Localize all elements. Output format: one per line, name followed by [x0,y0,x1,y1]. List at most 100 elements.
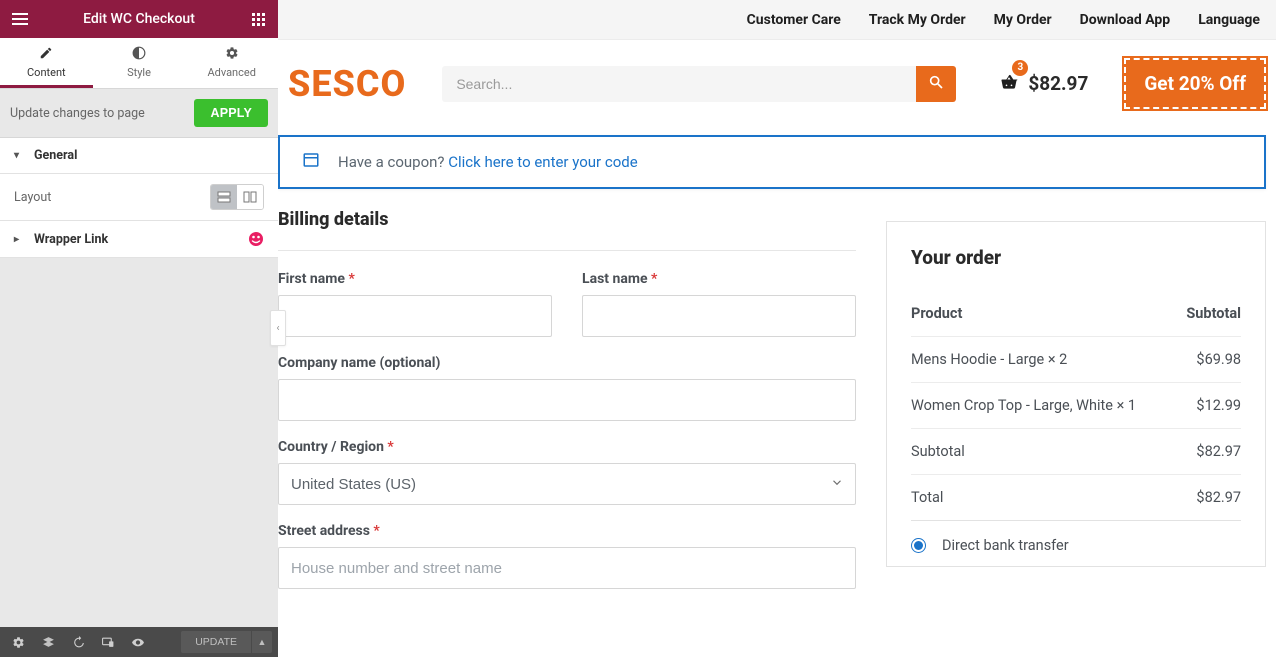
coupon-text: Have a coupon? Click here to enter your … [338,153,638,171]
order-item-name: Mens Hoodie - Large × 2 [911,351,1067,368]
search-wrap [442,66,956,102]
order-subtotal-label: Subtotal [911,443,965,460]
order-head-subtotal: Subtotal [1186,305,1241,322]
layout-switcher [210,184,264,210]
order-header-row: Product Subtotal [911,291,1241,337]
field-country: Country / Region * United States (US) [278,439,856,505]
section-wrapper-title: Wrapper Link [34,232,108,247]
payment-option-bank[interactable]: Direct bank transfer [911,521,1241,556]
required-mark: * [387,439,393,455]
tab-advanced[interactable]: Advanced [185,38,278,88]
menu-icon[interactable] [8,7,32,31]
order-item-name: Women Crop Top - Large, White × 1 [911,397,1136,414]
field-company: Company name (optional) [278,355,856,421]
section-general[interactable]: ▾ General [0,138,278,174]
billing-heading: Billing details [278,209,856,230]
coupon-notice: Have a coupon? Click here to enter your … [278,135,1266,189]
order-subtotal-value: $82.97 [1196,443,1241,460]
preview-icon[interactable] [126,630,150,654]
editor-bottom-bar: UPDATE ▲ [0,627,278,657]
layout-option-columns[interactable] [237,185,263,209]
topnav-language[interactable]: Language [1198,12,1260,28]
cart-summary[interactable]: 3 $82.97 [998,72,1088,96]
billing-section: Billing details First name * Last name *… [278,209,856,589]
topnav-download-app[interactable]: Download App [1080,12,1171,28]
topnav-customer-care[interactable]: Customer Care [747,12,841,28]
tab-style[interactable]: Style [93,38,186,88]
field-last-name: Last name * [582,271,856,337]
first-name-label: First name [278,271,345,287]
cart-amount: $82.97 [1028,72,1088,95]
apply-button[interactable]: APPLY [194,99,268,127]
required-mark: * [348,271,354,287]
pencil-icon [0,46,93,64]
contrast-icon [93,46,186,64]
responsive-icon[interactable] [96,630,120,654]
last-name-label: Last name [582,271,648,287]
search-button[interactable] [916,66,956,102]
section-general-body: Layout [0,174,278,221]
country-label: Country / Region [278,439,384,455]
tab-content[interactable]: Content [0,38,93,88]
first-name-input[interactable] [278,295,552,337]
required-mark: * [373,523,379,539]
coupon-question: Have a coupon? [338,153,448,171]
field-street: Street address * [278,523,856,589]
order-item-price: $69.98 [1196,351,1241,368]
tab-content-label: Content [27,66,66,79]
payment-bank-label: Direct bank transfer [942,537,1069,554]
tab-advanced-label: Advanced [207,66,255,79]
apply-message: Update changes to page [10,106,145,121]
update-button[interactable]: UPDATE [181,631,251,653]
layout-control: Layout [14,184,264,210]
editor-tabs: Content Style Advanced [0,38,278,89]
order-subtotal-row: Subtotal $82.97 [911,429,1241,475]
site-topbar: Customer Care Track My Order My Order Do… [278,0,1276,40]
history-icon[interactable] [66,630,90,654]
order-item-row: Women Crop Top - Large, White × 1 $12.99 [911,383,1241,429]
editor-header: Edit WC Checkout [0,0,278,38]
field-first-name: First name * [278,271,552,337]
settings-icon[interactable] [6,630,30,654]
promo-banner[interactable]: Get 20% Off [1124,58,1266,109]
apps-grid-icon[interactable] [246,7,270,31]
editor-title: Edit WC Checkout [32,11,246,27]
section-wrapper-link[interactable]: ▸ Wrapper Link [0,221,278,258]
company-input[interactable] [278,379,856,421]
order-total-label: Total [911,489,943,506]
required-mark: * [651,271,657,287]
caret-right-icon: ▸ [14,234,24,245]
street-label: Street address [278,523,370,539]
preview-canvas: Customer Care Track My Order My Order Do… [278,0,1276,657]
order-heading: Your order [911,246,1241,269]
tab-style-label: Style [127,66,151,79]
layout-label: Layout [14,190,51,205]
last-name-input[interactable] [582,295,856,337]
topnav-track-order[interactable]: Track My Order [869,12,966,28]
order-item-price: $12.99 [1196,397,1241,414]
order-summary: Your order Product Subtotal Mens Hoodie … [886,221,1266,567]
section-general-title: General [34,148,77,163]
plugin-brand-icon [248,231,264,247]
topnav-my-order[interactable]: My Order [994,12,1052,28]
payment-radio-bank[interactable] [911,538,926,553]
company-label: Company name (optional) [278,355,440,371]
navigator-icon[interactable] [36,630,60,654]
apply-row: Update changes to page APPLY [0,89,278,138]
panel-collapse-handle[interactable]: ‹ [270,310,286,346]
street-input[interactable] [278,547,856,589]
country-select[interactable]: United States (US) [278,463,856,505]
coupon-icon [302,151,320,173]
store-header: SESCO 3 $82.97 Get 20% Off [278,40,1276,127]
search-input[interactable] [442,66,916,102]
search-icon [928,74,944,93]
order-item-row: Mens Hoodie - Large × 2 $69.98 [911,337,1241,383]
update-options-caret[interactable]: ▲ [252,631,272,653]
layout-option-stacked[interactable] [211,185,237,209]
cart-count-badge: 3 [1012,60,1028,76]
editor-sidebar: Edit WC Checkout Content Style [0,0,278,657]
gear-icon [185,46,278,64]
order-total-row: Total $82.97 [911,475,1241,521]
coupon-link[interactable]: Click here to enter your code [448,153,637,171]
site-logo[interactable]: SESCO [288,63,406,105]
